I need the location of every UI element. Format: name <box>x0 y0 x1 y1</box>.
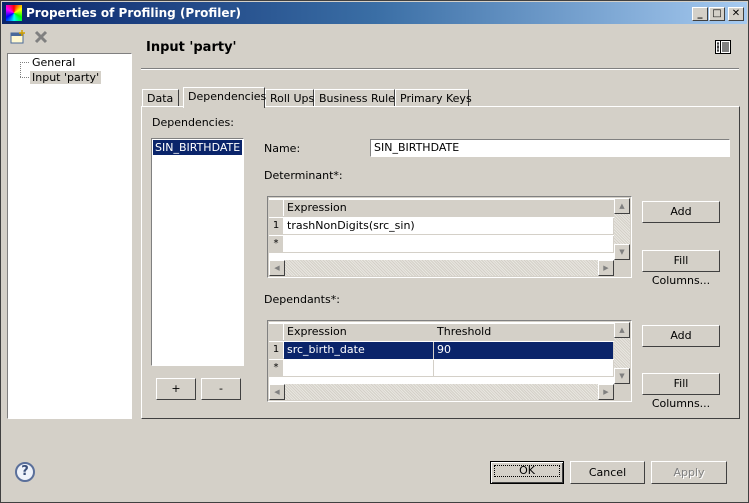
cancel-button[interactable]: Cancel <box>570 461 645 484</box>
scroll-down-icon[interactable]: ▼ <box>614 244 630 260</box>
column-header-expression[interactable]: Expression <box>284 200 614 217</box>
scroll-down-icon[interactable]: ▼ <box>614 368 630 384</box>
ok-label: OK <box>494 465 560 477</box>
new-item-icon[interactable] <box>10 29 26 49</box>
determinant-label: Determinant*: <box>264 169 343 182</box>
determinant-fill-columns-label: Fill Columns... <box>651 254 711 287</box>
name-label: Name: <box>264 142 301 155</box>
close-button[interactable]: ✕ <box>728 7 744 21</box>
row-header-corner <box>269 324 283 341</box>
column-header-threshold[interactable]: Threshold <box>434 324 614 341</box>
horizontal-scrollbar[interactable]: ◀ ▶ <box>269 384 614 400</box>
tab-dependencies[interactable]: Dependencies <box>183 87 266 108</box>
title-separator <box>141 68 739 70</box>
properties-dialog: Properties of Profiling (Profiler) _ □ ✕… <box>0 0 749 503</box>
scroll-up-icon[interactable]: ▲ <box>614 198 630 214</box>
maximize-button[interactable]: □ <box>709 7 725 21</box>
tab-data[interactable]: Data <box>142 89 179 107</box>
expression-cell[interactable] <box>284 236 614 253</box>
determinant-fill-columns-button[interactable]: Fill Columns... <box>642 250 720 287</box>
app-icon <box>6 5 22 21</box>
dependants-grid[interactable]: Expression Threshold 1 src_birth_date 90… <box>267 320 632 402</box>
nav-item-general[interactable]: General <box>30 56 77 69</box>
remove-dependency-button[interactable]: - <box>201 378 241 400</box>
scroll-right-icon[interactable]: ▶ <box>598 260 614 276</box>
dependants-fill-columns-button[interactable]: Fill Columns... <box>642 373 720 410</box>
dependants-add-button[interactable]: Add <box>642 325 720 347</box>
page-title: Input 'party' <box>146 40 237 55</box>
expression-cell[interactable]: trashNonDigits(src_sin) <box>284 218 614 235</box>
new-row[interactable]: * <box>269 236 614 253</box>
dependants-grid-body: Expression Threshold 1 src_birth_date 90… <box>269 322 614 384</box>
table-row[interactable]: 1 trashNonDigits(src_sin) <box>269 218 614 235</box>
dependants-fill-columns-label: Fill Columns... <box>651 377 711 410</box>
apply-label: Apply <box>673 466 705 479</box>
row-number: 1 <box>269 342 283 359</box>
window-title: Properties of Profiling (Profiler) <box>26 6 241 20</box>
row-number: 1 <box>269 218 283 235</box>
scroll-left-icon[interactable]: ◀ <box>269 384 285 400</box>
expression-cell[interactable] <box>284 360 434 377</box>
tab-primary-keys[interactable]: Primary Keys <box>395 89 472 107</box>
determinant-add-button[interactable]: Add <box>642 201 720 223</box>
dependants-label: Dependants*: <box>264 293 340 306</box>
cancel-label: Cancel <box>588 466 627 479</box>
tab-roll-ups[interactable]: Roll Ups <box>265 89 314 107</box>
table-row[interactable]: 1 src_birth_date 90 <box>269 342 614 359</box>
tab-business-rules[interactable]: Business Rules <box>314 89 401 107</box>
apply-button[interactable]: Apply <box>651 461 727 484</box>
expression-cell[interactable]: src_birth_date <box>284 342 434 359</box>
remove-dependency-label: - <box>219 382 223 395</box>
row-header-corner <box>269 200 283 217</box>
tree-connector <box>20 62 21 77</box>
tree-connector <box>20 62 29 63</box>
vertical-scrollbar[interactable]: ▲ ▼ <box>614 322 630 384</box>
grid-header-row: Expression Threshold <box>269 324 614 341</box>
threshold-cell[interactable] <box>434 360 614 377</box>
vertical-scrollbar[interactable]: ▲ ▼ <box>614 198 630 260</box>
new-row-marker: * <box>269 360 283 377</box>
dependencies-label: Dependencies: <box>152 116 234 129</box>
threshold-cell[interactable]: 90 <box>434 342 614 359</box>
grid-header-row: Expression <box>269 200 614 217</box>
list-item[interactable]: SIN_BIRTHDATE <box>153 140 242 155</box>
new-row-marker: * <box>269 236 283 253</box>
scroll-left-icon[interactable]: ◀ <box>269 260 285 276</box>
properties-view-icon[interactable] <box>715 40 731 57</box>
scroll-up-icon[interactable]: ▲ <box>614 322 630 338</box>
minimize-button[interactable]: _ <box>692 7 708 21</box>
delete-icon[interactable] <box>33 29 49 49</box>
dependants-add-label: Add <box>670 329 692 342</box>
ok-button[interactable]: OK <box>490 461 564 484</box>
add-dependency-label: + <box>171 382 181 395</box>
nav-tree: General Input 'party' <box>7 53 132 419</box>
column-header-expression[interactable]: Expression <box>284 324 434 341</box>
tree-connector <box>20 77 29 78</box>
help-icon[interactable]: ? <box>15 462 35 482</box>
dependencies-list[interactable]: SIN_BIRTHDATE <box>151 138 244 366</box>
determinant-add-label: Add <box>670 205 692 218</box>
nav-item-input-party[interactable]: Input 'party' <box>30 71 102 84</box>
title-bar: Properties of Profiling (Profiler) _ □ ✕ <box>2 2 747 24</box>
horizontal-scrollbar[interactable]: ◀ ▶ <box>269 260 614 276</box>
add-dependency-button[interactable]: + <box>156 378 196 400</box>
determinant-grid-body: Expression 1 trashNonDigits(src_sin) * <box>269 198 614 260</box>
scroll-right-icon[interactable]: ▶ <box>598 384 614 400</box>
new-row[interactable]: * <box>269 360 614 377</box>
name-field[interactable]: SIN_BIRTHDATE <box>370 139 730 157</box>
determinant-grid[interactable]: Expression 1 trashNonDigits(src_sin) * ▲… <box>267 196 632 278</box>
